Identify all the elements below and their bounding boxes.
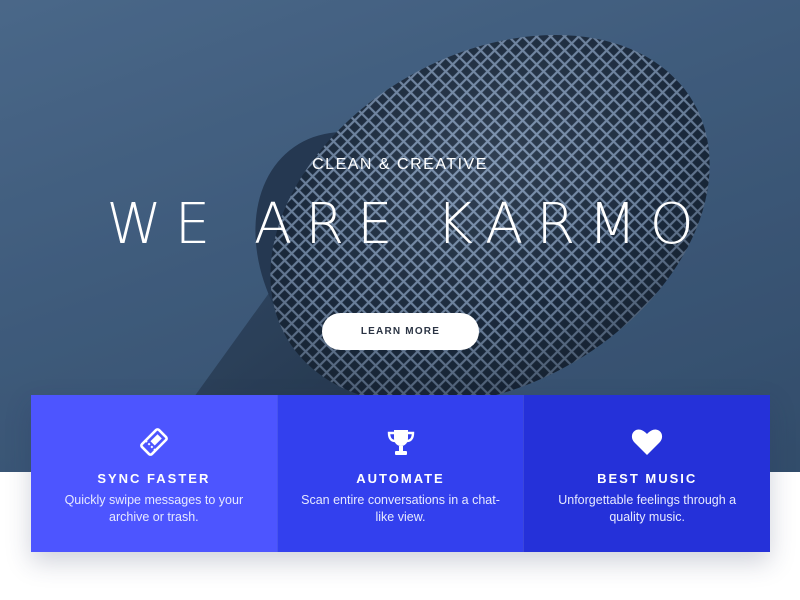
feature-card-automate: AUTOMATE Scan entire conversations in a … [276, 395, 524, 552]
hero-tagline: CLEAN & CREATIVE [312, 156, 488, 173]
feature-title: BEST MUSIC [597, 471, 698, 486]
feature-card-sync-faster: SYNC FASTER Quickly swipe messages to yo… [31, 395, 277, 552]
feature-title: SYNC FASTER [97, 471, 211, 486]
feature-description: Unforgettable feelings through a quality… [558, 493, 737, 524]
learn-more-button[interactable]: LEARN MORE [322, 313, 479, 350]
hero-title: WE ARE KARMO [106, 192, 707, 257]
feature-description: Quickly swipe messages to your archive o… [64, 493, 244, 524]
feature-description: Scan entire conversations in a chat-like… [301, 493, 500, 524]
features-strip: SYNC FASTER Quickly swipe messages to yo… [31, 395, 771, 552]
feature-title: AUTOMATE [356, 471, 445, 486]
trophy-icon [384, 425, 418, 459]
feature-card-best-music: BEST MUSIC Unforgettable feelings throug… [523, 395, 771, 552]
heart-icon [630, 425, 664, 459]
ticket-icon [137, 425, 171, 459]
